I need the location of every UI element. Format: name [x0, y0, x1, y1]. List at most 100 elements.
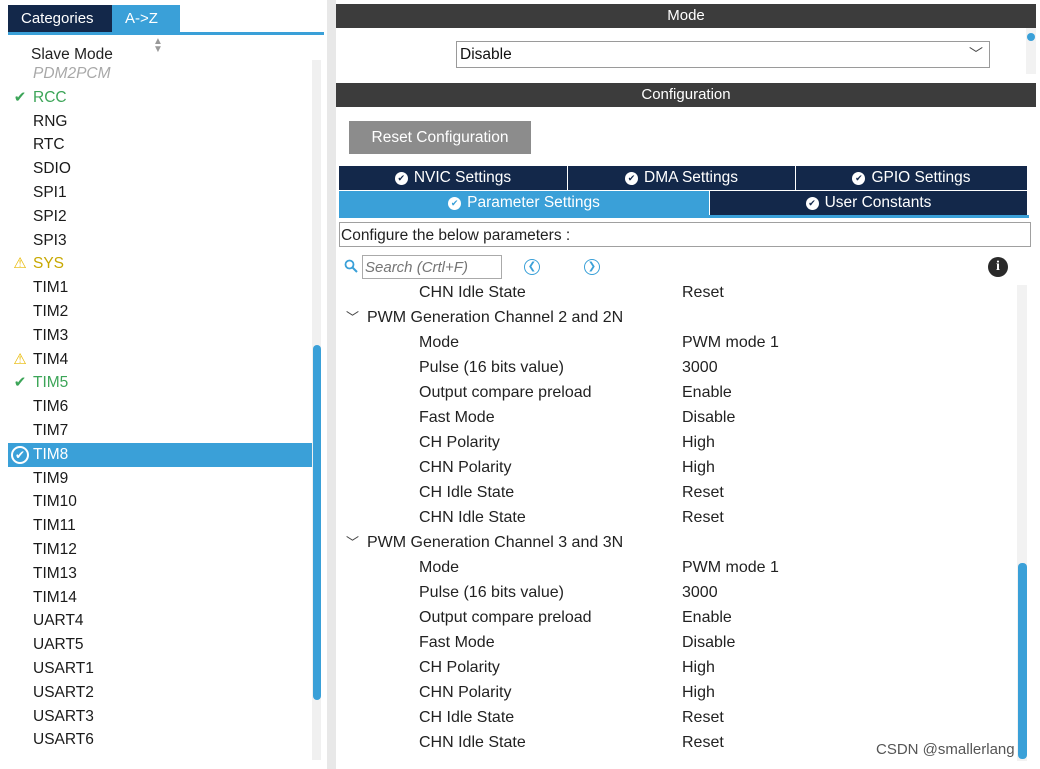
peripheral-item-label: TIM7 [33, 421, 69, 439]
peripheral-item-sys[interactable]: ⚠ SYS [8, 252, 313, 276]
peripheral-item-rng[interactable]: RNG [8, 110, 313, 134]
parameter-value[interactable]: Reset [682, 480, 724, 505]
search-input[interactable] [362, 255, 502, 279]
peripheral-item-tim4[interactable]: ⚠ TIM4 [8, 348, 313, 372]
chevron-down-icon[interactable]: ﹀ [346, 530, 359, 555]
peripheral-item-label: RNG [33, 112, 68, 130]
peripheral-item-label: TIM4 [33, 350, 69, 368]
parameter-row[interactable]: CH Polarity High [339, 655, 1015, 680]
parameter-value[interactable]: Disable [682, 630, 735, 655]
tab-user-constants[interactable]: ✔ User Constants [710, 191, 1028, 215]
panel-divider[interactable] [327, 0, 336, 769]
tab-parameter-settings[interactable]: ✔ Parameter Settings [339, 191, 710, 215]
reset-configuration-button[interactable]: Reset Configuration [349, 121, 531, 154]
parameter-row[interactable]: Fast Mode Disable [339, 405, 1015, 430]
parameter-value[interactable]: High [682, 655, 715, 680]
sort-icon[interactable]: ▲ ▼ [150, 37, 166, 56]
parameter-row[interactable]: Output compare preload Enable [339, 380, 1015, 405]
tab-label: GPIO Settings [871, 169, 971, 186]
peripheral-item-tim13[interactable]: TIM13 [8, 562, 313, 586]
peripheral-item-uart4[interactable]: UART4 [8, 609, 313, 633]
peripheral-item-pdm2pcm[interactable]: PDM2PCM [8, 62, 313, 86]
peripheral-item-usart3[interactable]: USART3 [8, 705, 313, 729]
peripheral-item-tim5[interactable]: ✔ TIM5 [8, 371, 313, 395]
parameter-row[interactable]: Output compare preload Enable [339, 605, 1015, 630]
slave-mode-select[interactable]: Disable ﹀ [456, 41, 990, 68]
parameter-row[interactable]: CH Polarity High [339, 430, 1015, 455]
info-icon[interactable]: i [988, 257, 1008, 277]
parameter-value[interactable]: Reset [682, 730, 724, 755]
parameter-value[interactable]: High [682, 680, 715, 705]
parameter-value[interactable]: Enable [682, 605, 732, 630]
parameter-row[interactable]: Mode PWM mode 1 [339, 330, 1015, 355]
peripheral-item-tim6[interactable]: TIM6 [8, 395, 313, 419]
parameter-value[interactable]: 3000 [682, 355, 718, 380]
peripheral-item-rcc[interactable]: ✔ RCC [8, 86, 313, 110]
chevron-down-icon[interactable]: ﹀ [346, 305, 359, 330]
parameter-value[interactable]: PWM mode 1 [682, 330, 779, 355]
parameter-row[interactable]: Fast Mode Disable [339, 630, 1015, 655]
parameter-value[interactable]: Reset [682, 505, 724, 530]
peripheral-item-spi2[interactable]: SPI2 [8, 205, 313, 229]
parameter-row[interactable]: CH Idle State Reset [339, 705, 1015, 730]
peripheral-item-tim8[interactable]: ✔ TIM8 [8, 442, 313, 467]
peripheral-item-tim10[interactable]: TIM10 [8, 490, 313, 514]
warning-icon: ⚠ [13, 350, 27, 368]
tab-dma-settings[interactable]: ✔ DMA Settings [568, 166, 796, 190]
parameter-row[interactable]: CHN Polarity High [339, 455, 1015, 480]
peripheral-item-label: TIM9 [33, 469, 69, 487]
parameter-value[interactable]: 3000 [682, 580, 718, 605]
parameter-value[interactable]: Enable [682, 380, 732, 405]
parameter-name: Mode [419, 559, 460, 576]
parameter-group[interactable]: ﹀ PWM Generation Channel 3 and 3N [339, 530, 1015, 555]
peripheral-item-tim2[interactable]: TIM2 [8, 300, 313, 324]
parameter-row[interactable]: Pulse (16 bits value) 3000 [339, 580, 1015, 605]
tab-gpio-settings[interactable]: ✔ GPIO Settings [796, 166, 1028, 190]
peripheral-item-rtc[interactable]: RTC [8, 133, 313, 157]
parameter-row[interactable]: Pulse (16 bits value) 3000 [339, 355, 1015, 380]
peripheral-item-usart2[interactable]: USART2 [8, 681, 313, 705]
peripheral-item-spi1[interactable]: SPI1 [8, 181, 313, 205]
parameter-value[interactable]: Reset [682, 705, 724, 730]
peripheral-item-tim14[interactable]: TIM14 [8, 586, 313, 610]
tab-label: Parameter Settings [467, 194, 600, 211]
parameter-scrollbar-thumb[interactable] [1018, 563, 1027, 759]
parameter-row[interactable]: CHN Idle State Reset [339, 280, 1015, 305]
peripheral-item-label: RTC [33, 136, 65, 154]
check-circle-icon: ✔ [852, 172, 866, 185]
previous-match-icon[interactable]: ❮ [524, 259, 540, 275]
peripheral-item-label: SPI2 [33, 207, 67, 225]
parameter-row[interactable]: CHN Polarity High [339, 680, 1015, 705]
next-match-icon[interactable]: ❯ [584, 259, 600, 275]
peripheral-item-tim11[interactable]: TIM11 [8, 514, 313, 538]
parameter-name: CH Polarity [419, 434, 500, 451]
peripheral-item-usart1[interactable]: USART1 [8, 657, 313, 681]
peripheral-item-label: TIM11 [33, 517, 76, 535]
parameter-row[interactable]: CHN Idle State Reset [339, 505, 1015, 530]
peripheral-item-sdio[interactable]: SDIO [8, 157, 313, 181]
peripheral-item-tim7[interactable]: TIM7 [8, 419, 313, 443]
peripheral-scrollbar-thumb[interactable] [313, 345, 321, 700]
parameter-value[interactable]: Disable [682, 405, 735, 430]
peripheral-item-tim1[interactable]: TIM1 [8, 276, 313, 300]
peripheral-item-tim3[interactable]: TIM3 [8, 324, 313, 348]
parameter-row[interactable]: CH Idle State Reset [339, 480, 1015, 505]
peripheral-item-label: UART5 [33, 636, 84, 654]
mode-scrollbar-thumb[interactable] [1027, 33, 1035, 41]
parameter-value[interactable]: High [682, 455, 715, 480]
tab-nvic-settings[interactable]: ✔ NVIC Settings [339, 166, 568, 190]
peripheral-item-tim12[interactable]: TIM12 [8, 538, 313, 562]
parameter-value[interactable]: High [682, 430, 715, 455]
parameter-row[interactable]: Mode PWM mode 1 [339, 555, 1015, 580]
peripheral-item-usart6[interactable]: USART6 [8, 728, 313, 752]
tab-categories[interactable]: Categories [8, 5, 112, 32]
parameter-value[interactable]: PWM mode 1 [682, 555, 779, 580]
peripheral-item-uart5[interactable]: UART5 [8, 633, 313, 657]
parameter-group[interactable]: ﹀ PWM Generation Channel 2 and 2N [339, 305, 1015, 330]
parameter-value[interactable]: Reset [682, 280, 724, 305]
peripheral-item-label: TIM6 [33, 398, 69, 416]
tab-a-to-z[interactable]: A->Z [112, 5, 180, 32]
configure-hint-text: Configure the below parameters : [341, 227, 571, 244]
peripheral-item-tim9[interactable]: TIM9 [8, 467, 313, 491]
peripheral-item-spi3[interactable]: SPI3 [8, 229, 313, 253]
